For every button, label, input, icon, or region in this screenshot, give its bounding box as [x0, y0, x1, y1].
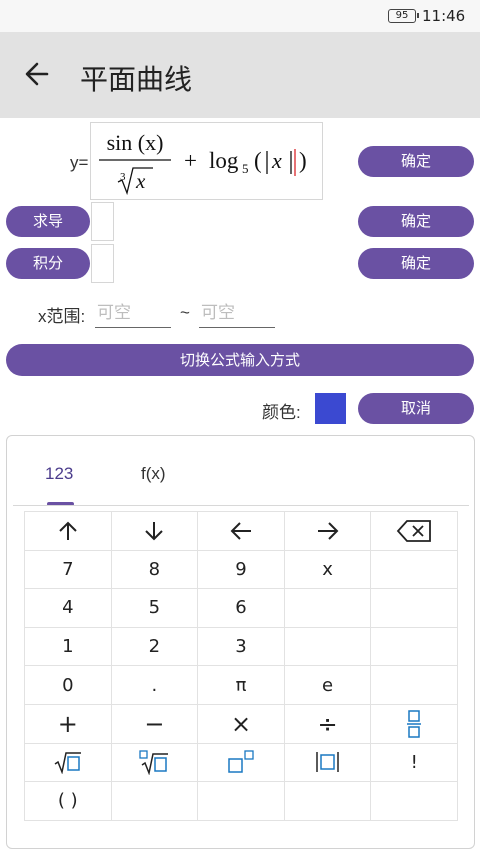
key-empty [284, 782, 372, 821]
tab-divider [13, 505, 469, 506]
formula-input[interactable]: sin (x) 3 x + log 5 ( x ) [90, 122, 323, 200]
backspace-icon [396, 519, 432, 542]
key-minus[interactable]: − [111, 704, 199, 744]
arrow-right-icon [317, 522, 339, 540]
root-radicand: x [135, 169, 146, 193]
range-label: x范围: [38, 307, 86, 326]
key-abs[interactable] [284, 743, 372, 783]
key-3[interactable]: 3 [198, 627, 285, 667]
key-down[interactable] [111, 512, 199, 551]
key-empty [371, 666, 458, 705]
formula-plus: + [184, 148, 197, 173]
formula-render: sin (x) 3 x + log 5 ( x ) [99, 130, 307, 196]
key-empty [284, 589, 372, 628]
confirm-integral-button[interactable]: 确定 [358, 248, 474, 279]
close-paren: ) [299, 148, 307, 173]
abs-argument: x [271, 148, 282, 173]
app-bar: 平面曲线 [0, 32, 480, 118]
nth-root-icon [139, 750, 169, 776]
range-max-input[interactable] [199, 298, 275, 328]
derivative-button[interactable]: 求导 [6, 206, 90, 237]
key-right[interactable] [284, 512, 372, 551]
formula-log: log [209, 148, 239, 173]
key-parens[interactable]: ( ) [25, 782, 112, 821]
key-dot[interactable]: . [111, 666, 199, 705]
tab-123[interactable]: 123 [45, 464, 73, 484]
confirm-formula-button[interactable]: 确定 [358, 146, 474, 177]
integral-input[interactable] [91, 244, 114, 283]
derivative-input[interactable] [91, 202, 114, 241]
key-empty [198, 782, 285, 821]
y-label: y= [70, 153, 89, 172]
arrow-up-icon [59, 521, 77, 540]
switch-input-method-button[interactable]: 切换公式输入方式 [6, 344, 474, 376]
fraction-icon [407, 710, 422, 738]
key-empty [371, 627, 458, 667]
key-6[interactable]: 6 [198, 589, 285, 628]
color-label: 颜色: [262, 403, 301, 422]
cancel-button[interactable]: 取消 [358, 393, 474, 424]
status-bar: 95 11:46 [0, 0, 480, 32]
log-base: 5 [242, 161, 249, 176]
battery-icon: 95 [388, 9, 419, 23]
key-empty [371, 550, 458, 590]
key-7[interactable]: 7 [25, 550, 112, 590]
key-empty [371, 782, 458, 821]
key-empty [284, 627, 372, 667]
range-separator: ~ [180, 303, 190, 322]
key-backspace[interactable] [371, 512, 458, 551]
integral-button[interactable]: 积分 [6, 248, 90, 279]
key-factorial[interactable]: ! [371, 743, 458, 783]
color-swatch[interactable] [315, 393, 346, 424]
key-8[interactable]: 8 [111, 550, 199, 590]
formula-numerator: sin (x) [107, 130, 164, 155]
key-pi[interactable]: π [198, 666, 285, 705]
key-plus[interactable]: + [25, 704, 112, 744]
status-time: 11:46 [422, 7, 466, 25]
key-e[interactable]: e [284, 666, 372, 705]
arrow-left-icon[interactable] [22, 59, 52, 89]
abs-icon [315, 752, 339, 773]
key-nth-root[interactable] [111, 743, 199, 783]
power-icon [228, 750, 254, 774]
key-5[interactable]: 5 [111, 589, 199, 628]
math-keyboard: 123 f(x) 7 8 9 x 4 5 6 1 2 3 0 . π e + −… [6, 435, 475, 849]
key-grid: 7 8 9 x 4 5 6 1 2 3 0 . π e + − × ÷ ! (… [24, 511, 458, 821]
key-empty [111, 782, 199, 821]
key-up[interactable] [25, 512, 112, 551]
key-divide[interactable]: ÷ [284, 704, 372, 744]
sqrt-icon [54, 752, 81, 775]
key-times[interactable]: × [198, 704, 285, 744]
key-9[interactable]: 9 [198, 550, 285, 590]
key-4[interactable]: 4 [25, 589, 112, 628]
confirm-derivative-button[interactable]: 确定 [358, 206, 474, 237]
key-2[interactable]: 2 [111, 627, 199, 667]
page-title: 平面曲线 [80, 63, 193, 96]
key-empty [371, 589, 458, 628]
key-fraction[interactable] [371, 704, 458, 744]
key-1[interactable]: 1 [25, 627, 112, 667]
key-left[interactable] [198, 512, 285, 551]
range-min-input[interactable] [95, 298, 171, 328]
arrow-left-icon [230, 522, 251, 540]
key-power[interactable] [198, 743, 285, 783]
key-0[interactable]: 0 [25, 666, 112, 705]
tab-fx[interactable]: f(x) [141, 464, 166, 484]
open-paren: ( [254, 148, 262, 173]
arrow-down-icon [145, 521, 164, 541]
key-sqrt[interactable] [25, 743, 112, 783]
key-x[interactable]: x [284, 550, 372, 590]
